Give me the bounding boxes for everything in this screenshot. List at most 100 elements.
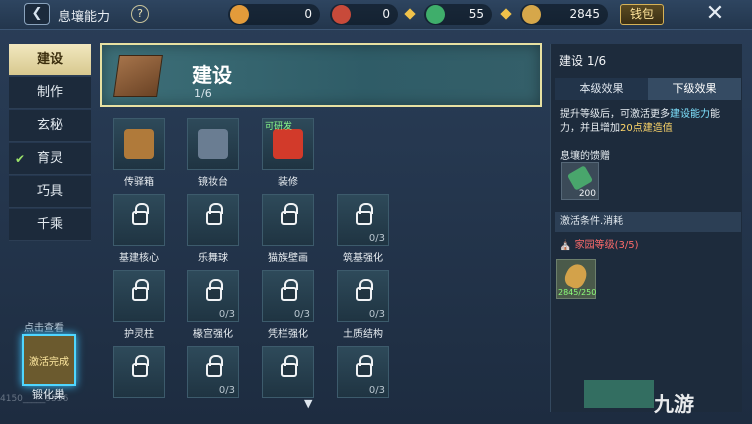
ability-icon-box bbox=[113, 118, 165, 170]
ability-progress: 0/3 bbox=[218, 385, 235, 396]
back-arrow-icon: ❮ bbox=[31, 6, 43, 21]
effect-description: 提升等级后，可激活更多建设能力能力，并且增加20点建造值 bbox=[560, 108, 738, 136]
tab-label: 巧具 bbox=[36, 184, 63, 199]
research-tag: 可研发 bbox=[265, 122, 293, 132]
tab-qiaoju[interactable]: 巧具 bbox=[9, 176, 91, 208]
ability-name: 椽宫强化 bbox=[193, 329, 233, 340]
ability-cell[interactable]: 0/3 bbox=[328, 346, 398, 401]
help-button[interactable]: ? bbox=[131, 5, 149, 23]
tab-label: 制作 bbox=[36, 85, 63, 100]
tab-xuanmi[interactable]: 玄秘 bbox=[9, 110, 91, 142]
lock-icon bbox=[206, 355, 223, 377]
banner-title: 建设 bbox=[192, 63, 232, 87]
scroll-down-icon[interactable]: ▼ bbox=[304, 397, 312, 410]
condition-header: 激活条件.消耗 bbox=[555, 212, 741, 232]
jade-icon bbox=[426, 5, 445, 24]
ability-cell[interactable]: 护灵柱 bbox=[104, 270, 174, 340]
category-banner: 建设 1/6 bbox=[100, 43, 542, 107]
ability-cell[interactable]: 基建核心 bbox=[104, 194, 174, 264]
tab-qiansheng[interactable]: 千乘 bbox=[9, 209, 91, 241]
ability-name: 装修 bbox=[278, 177, 298, 188]
tab-label: 千乘 bbox=[36, 217, 63, 232]
banner-count: 1/6 bbox=[194, 87, 212, 100]
ability-cell[interactable]: 传驿箱 bbox=[104, 118, 174, 188]
logo-watermark: 九游 bbox=[654, 392, 694, 416]
leaf-currency-icon bbox=[561, 260, 591, 292]
ability-icon bbox=[198, 129, 228, 159]
ability-name: 筑基强化 bbox=[343, 253, 383, 264]
ability-icon-box bbox=[113, 194, 165, 246]
tab-next-effect[interactable]: 下级效果 bbox=[648, 78, 741, 100]
add-jade-icon[interactable] bbox=[500, 8, 512, 20]
tab-jianshe[interactable]: 建设 bbox=[9, 44, 91, 76]
ability-cell[interactable]: 0/3 凭栏强化 bbox=[253, 270, 323, 340]
activated-badge[interactable]: 激活完成 bbox=[22, 334, 76, 386]
requirement-label: 家园等级(3/5) bbox=[574, 240, 639, 251]
activate-button[interactable] bbox=[584, 380, 654, 408]
resource-red: 0 bbox=[330, 4, 398, 25]
ability-icon-box: 0/3 bbox=[337, 194, 389, 246]
ability-cell[interactable]: 镜妆台 bbox=[178, 118, 248, 188]
tab-zhizuo[interactable]: 制作 bbox=[9, 77, 91, 109]
red-token-icon bbox=[332, 5, 351, 24]
ability-cell[interactable]: 0/3 椽宫强化 bbox=[178, 270, 248, 340]
ability-cell[interactable]: 乐舞球 bbox=[178, 194, 248, 264]
jade-icon bbox=[566, 165, 594, 191]
lock-icon bbox=[132, 279, 149, 301]
lock-icon bbox=[356, 203, 373, 225]
ability-progress: 0/3 bbox=[368, 233, 385, 244]
cost-item[interactable]: 2845/250 bbox=[556, 259, 596, 299]
chest-icon bbox=[113, 55, 163, 97]
add-red-icon[interactable] bbox=[404, 8, 416, 20]
ability-cell[interactable]: 猫族壁画 bbox=[253, 194, 323, 264]
ability-icon bbox=[124, 129, 154, 159]
lock-icon bbox=[206, 203, 223, 225]
close-icon: ✕ bbox=[705, 1, 725, 26]
ability-icon-box: 0/3 bbox=[187, 346, 239, 398]
ability-icon-box: 0/3 bbox=[187, 270, 239, 322]
effect-tabs: 本级效果 下级效果 bbox=[555, 78, 741, 100]
resource-leaf-value: 2845 bbox=[569, 7, 600, 21]
detail-panel: 建设 1/6 本级效果 下级效果 提升等级后，可激活更多建设能力能力，并且增加2… bbox=[550, 44, 742, 412]
tab-label: 玄秘 bbox=[36, 118, 63, 133]
ability-icon-box bbox=[113, 346, 165, 398]
hint-text: 点击查看 bbox=[24, 323, 64, 334]
lock-icon bbox=[206, 279, 223, 301]
ability-progress: 0/3 bbox=[218, 309, 235, 320]
reward-item[interactable]: 200 bbox=[561, 162, 599, 200]
lock-icon bbox=[281, 279, 298, 301]
lock-icon bbox=[281, 203, 298, 225]
tab-current-effect[interactable]: 本级效果 bbox=[555, 78, 648, 100]
tab-yuling[interactable]: ✔ 育灵 bbox=[9, 143, 91, 175]
ability-cell[interactable] bbox=[104, 346, 174, 401]
ability-cell[interactable] bbox=[253, 346, 323, 401]
ability-cell[interactable]: 0/3 筑基强化 bbox=[328, 194, 398, 264]
requirement-text: ⛪ 家园等级(3/5) bbox=[559, 236, 639, 251]
resource-red-value: 0 bbox=[382, 7, 390, 21]
back-button[interactable]: ❮ bbox=[24, 3, 50, 25]
ability-icon-box bbox=[187, 194, 239, 246]
ability-cell[interactable]: 0/3 bbox=[178, 346, 248, 401]
lock-icon bbox=[132, 203, 149, 225]
resource-gold: 0 bbox=[228, 4, 320, 25]
leaf-currency-icon bbox=[522, 5, 541, 24]
wallet-button[interactable]: 钱包 bbox=[620, 4, 664, 25]
player-id-watermark: 4150_____9556 bbox=[0, 394, 69, 404]
close-button[interactable]: ✕ bbox=[700, 2, 730, 28]
ability-cell[interactable]: 0/3 土质结构 bbox=[328, 270, 398, 340]
ability-name: 土质结构 bbox=[343, 329, 383, 340]
check-icon: ✔ bbox=[15, 152, 26, 166]
ability-progress: 0/3 bbox=[368, 309, 385, 320]
ability-icon-box bbox=[262, 346, 314, 398]
ability-grid: 传驿箱 镜妆台 可研发 装修 基建核心 乐舞球 猫族壁画 0/3 筑基强化 护灵柱 0/3 椽宫强化 0… bbox=[100, 112, 545, 404]
ability-cell[interactable]: 可研发装修 bbox=[253, 118, 323, 188]
ability-icon-box bbox=[187, 118, 239, 170]
ability-name: 基建核心 bbox=[119, 253, 159, 264]
ability-icon-box bbox=[113, 270, 165, 322]
ability-icon-box: 0/3 bbox=[337, 270, 389, 322]
ability-progress: 0/3 bbox=[368, 385, 385, 396]
lock-icon bbox=[281, 355, 298, 377]
reward-label: 息壤的馈赠 bbox=[560, 151, 610, 162]
resource-jade-value: 55 bbox=[468, 7, 484, 21]
lock-icon bbox=[132, 355, 149, 377]
